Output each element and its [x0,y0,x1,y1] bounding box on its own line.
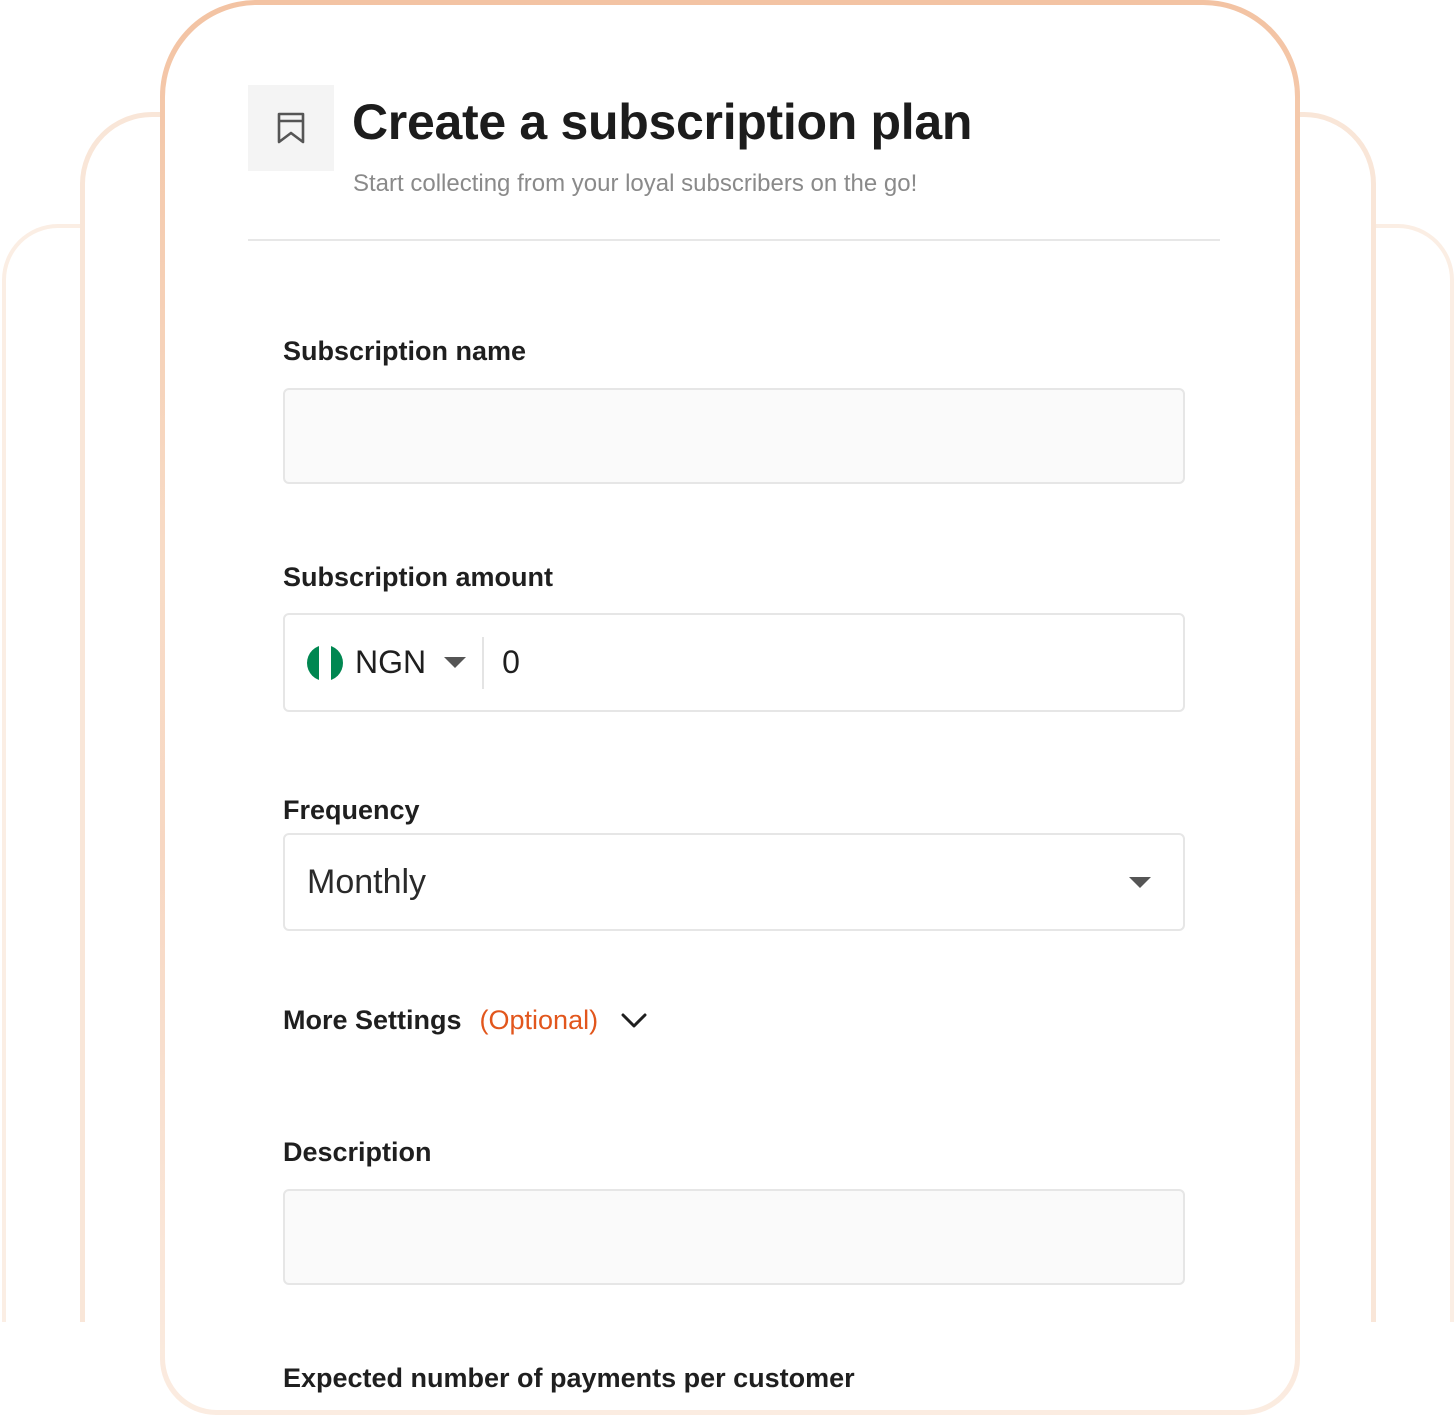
chevron-down-icon [620,1012,648,1030]
frequency-selected-value: Monthly [307,862,427,901]
page-subtitle: Start collecting from your loyal subscri… [353,170,918,197]
card-frame: Create a subscription plan Start collect… [160,0,1300,1415]
subscription-name-label: Subscription name [283,336,527,366]
description-field-wrapper [283,1189,1185,1285]
subscription-amount-label: Subscription amount [283,562,553,592]
subscription-name-field-wrapper [283,388,1185,484]
optional-label: (Optional) [479,1005,599,1035]
caret-down-icon [444,657,467,668]
subscription-amount-input[interactable] [484,615,1183,710]
expected-payments-label: Expected number of payments per customer [283,1363,855,1393]
currency-code: NGN [355,644,427,680]
subscription-form-card: Create a subscription plan Start collect… [165,5,1295,1410]
bookmark-icon-svg [277,112,305,144]
nigeria-flag-icon [307,644,343,681]
currency-select[interactable]: NGN [285,615,482,710]
frequency-select[interactable]: Monthly [283,833,1185,931]
subscription-amount-field: NGN [283,613,1185,712]
more-settings-toggle[interactable]: More Settings (Optional) [283,1005,648,1036]
caret-down-icon [1129,876,1151,888]
description-input[interactable] [285,1191,1183,1283]
description-label: Description [283,1137,432,1167]
more-settings-label: More Settings [283,1005,462,1035]
page-title: Create a subscription plan [352,94,973,150]
bookmark-icon [248,85,334,171]
frequency-label: Frequency [283,795,420,825]
header-divider [248,239,1220,241]
subscription-name-input[interactable] [285,390,1183,482]
